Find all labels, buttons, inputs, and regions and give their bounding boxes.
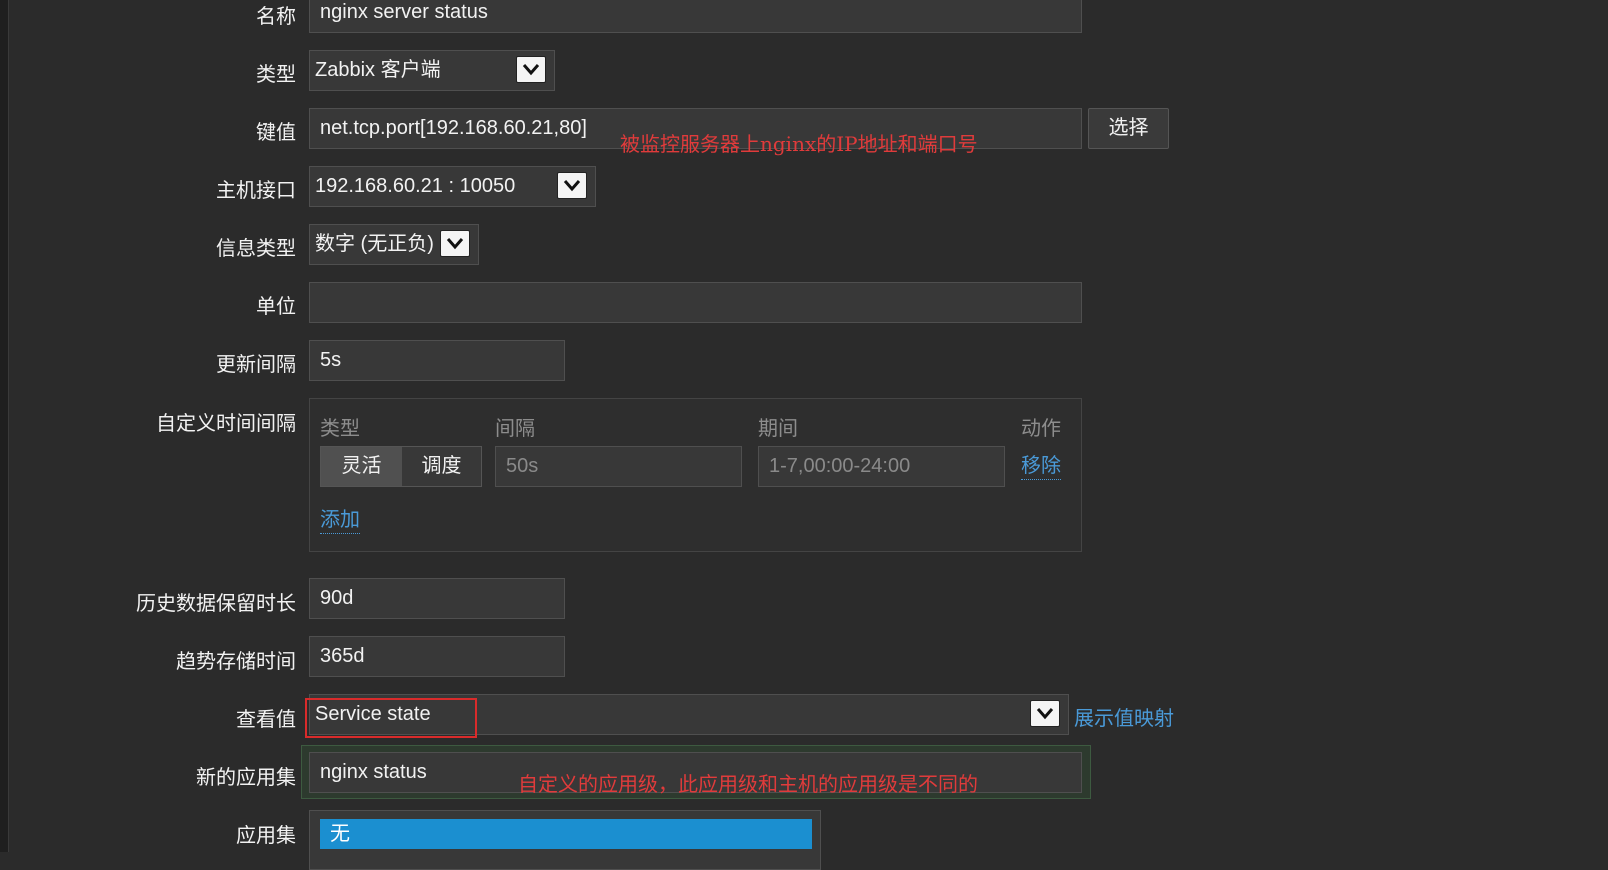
- type-label: 类型: [256, 64, 296, 86]
- applications-label: 应用集: [236, 825, 296, 847]
- custom-intervals-label: 自定义时间间隔: [156, 413, 296, 435]
- info-type-label: 信息类型: [216, 238, 296, 260]
- interval-type-toggle: 灵活 调度: [320, 446, 482, 487]
- new-application-label: 新的应用集: [196, 767, 296, 789]
- show-value-mappings-link[interactable]: 展示值映射: [1074, 702, 1174, 731]
- type-select-value: Zabbix 客户端: [315, 59, 441, 81]
- host-interface-label: 主机接口: [216, 180, 296, 202]
- units-label: 单位: [256, 296, 296, 318]
- history-label: 历史数据保留时长: [136, 593, 296, 615]
- left-sidebar-edge: [0, 0, 9, 852]
- applications-option-none[interactable]: 无: [320, 819, 812, 849]
- key-label: 键值: [256, 122, 296, 144]
- update-interval-label: 更新间隔: [216, 354, 296, 376]
- app-annotation: 自定义的应用级，此应用级和主机的应用级是不同的: [518, 772, 978, 796]
- applications-listbox[interactable]: 无: [309, 810, 821, 870]
- type-select[interactable]: Zabbix 客户端: [309, 50, 555, 91]
- info-type-value: 数字 (无正负): [315, 233, 434, 255]
- col-period-header: 期间: [758, 418, 798, 440]
- history-input[interactable]: 90d: [309, 578, 565, 619]
- chevron-down-icon[interactable]: [516, 56, 546, 83]
- col-action-header: 动作: [1021, 418, 1061, 440]
- interval-input[interactable]: 50s: [495, 446, 742, 487]
- value-map-label: 查看值: [236, 709, 296, 731]
- toggle-flexible[interactable]: 灵活: [321, 447, 402, 486]
- units-input[interactable]: [309, 282, 1082, 323]
- update-interval-input[interactable]: 5s: [309, 340, 565, 381]
- period-input[interactable]: 1-7,00:00-24:00: [758, 446, 1005, 487]
- chevron-down-icon[interactable]: [1030, 700, 1060, 727]
- trends-input[interactable]: 365d: [309, 636, 565, 677]
- col-interval-header: 间隔: [495, 418, 535, 440]
- custom-intervals-panel: 类型 间隔 期间 动作 灵活 调度 50s 1-7,00:00-24:00 移除…: [309, 398, 1082, 552]
- name-label: 名称: [256, 6, 296, 28]
- host-interface-value: 192.168.60.21 : 10050: [315, 175, 516, 197]
- add-interval-link[interactable]: 添加: [320, 507, 360, 534]
- key-select-button[interactable]: 选择: [1088, 108, 1169, 149]
- remove-interval-link[interactable]: 移除: [1021, 453, 1061, 480]
- chevron-down-icon[interactable]: [557, 172, 587, 199]
- host-interface-select[interactable]: 192.168.60.21 : 10050: [309, 166, 596, 207]
- toggle-scheduling[interactable]: 调度: [402, 447, 481, 486]
- highlight-box: [305, 698, 477, 738]
- name-input[interactable]: nginx server status: [309, 0, 1082, 33]
- chevron-down-icon[interactable]: [440, 230, 470, 257]
- info-type-select[interactable]: 数字 (无正负): [309, 224, 479, 265]
- key-annotation: 被监控服务器上nginx的IP地址和端口号: [620, 132, 978, 156]
- trends-label: 趋势存储时间: [176, 651, 296, 673]
- col-type-header: 类型: [320, 418, 360, 440]
